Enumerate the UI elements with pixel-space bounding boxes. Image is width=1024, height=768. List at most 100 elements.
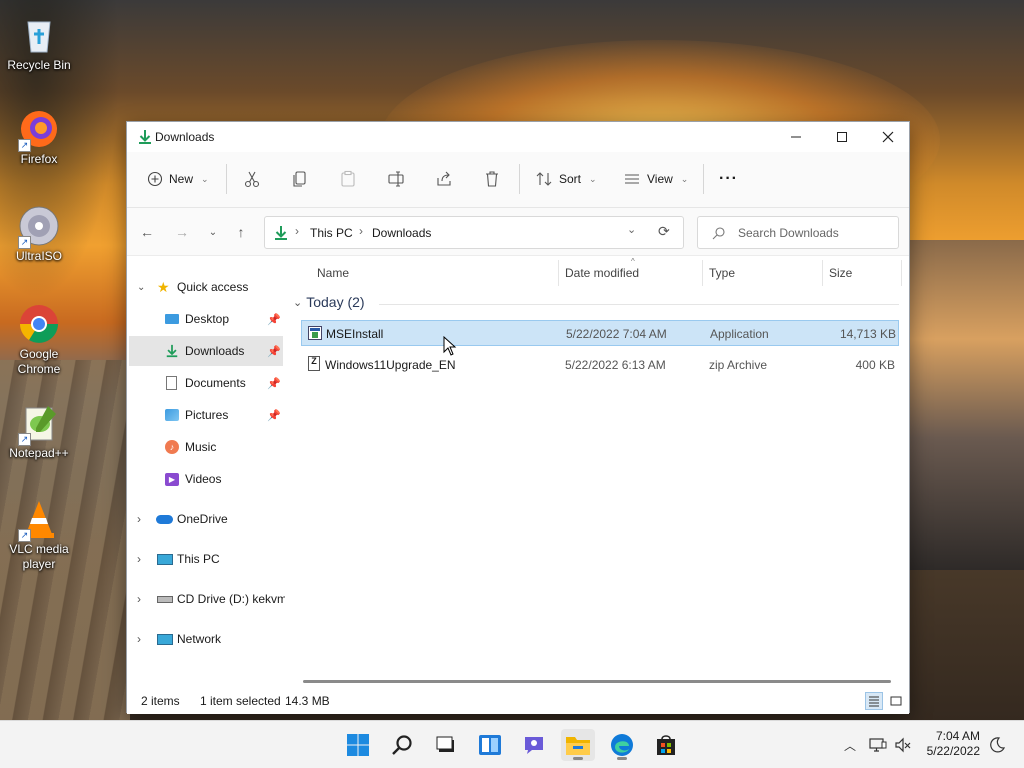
address-history-button[interactable]: ⌄	[627, 223, 636, 236]
command-bar: New ⌄ Sort ⌄ View ⌄ ···	[127, 152, 909, 208]
cut-button[interactable]	[243, 162, 261, 196]
sidebar-item-quick-access[interactable]: ⌄ ★ Quick access	[127, 272, 287, 302]
horizontal-scrollbar[interactable]	[303, 680, 891, 683]
taskbar-search-button[interactable]	[385, 729, 419, 761]
chevron-up-icon: ︿	[843, 738, 856, 753]
sidebar-item-label: Quick access	[177, 280, 249, 294]
edge-taskbar-button[interactable]	[605, 729, 639, 761]
column-header-size[interactable]: Size	[829, 266, 852, 284]
tiles-view-button[interactable]	[887, 692, 905, 710]
start-button[interactable]	[341, 729, 375, 761]
store-taskbar-button[interactable]	[649, 729, 683, 761]
rename-button[interactable]	[387, 162, 405, 196]
file-type: Application	[710, 327, 769, 341]
sidebar-item-downloads[interactable]: Downloads 📌	[129, 336, 283, 366]
sort-button[interactable]: Sort ⌄	[535, 162, 597, 196]
window-title: Downloads	[155, 130, 215, 144]
details-view-icon	[869, 696, 879, 707]
sidebar-item-label: This PC	[177, 552, 220, 566]
address-bar[interactable]: › This PC › Downloads ⌄ ⟳	[264, 216, 684, 249]
sidebar-item-desktop[interactable]: Desktop 📌	[127, 304, 285, 334]
sort-button-label: Sort	[559, 172, 582, 186]
column-divider[interactable]	[901, 260, 902, 286]
desktop-icon-label: Google Chrome	[17, 347, 61, 376]
desktop-icon-vlc[interactable]: ↗ VLC media player	[1, 498, 77, 572]
up-button[interactable]: ↑	[231, 222, 251, 242]
chevron-down-icon: ⌄	[208, 226, 218, 238]
ultraiso-icon: ↗	[18, 205, 60, 249]
copy-button[interactable]	[291, 162, 309, 196]
more-options-button[interactable]: ···	[719, 162, 738, 196]
sidebar-item-pictures[interactable]: Pictures 📌	[127, 400, 285, 430]
delete-icon	[486, 171, 498, 187]
maximize-button[interactable]	[819, 122, 865, 152]
sidebar-item-label: CD Drive (D:) kekvm	[177, 592, 285, 606]
desktop-icon-firefox[interactable]: ↗ Firefox	[1, 108, 77, 167]
group-header[interactable]: ⌄ Today (2)	[293, 294, 365, 310]
paste-button[interactable]	[339, 162, 357, 196]
sidebar-item-videos[interactable]: ▶ Videos	[127, 464, 285, 494]
sidebar-item-label: Pictures	[185, 408, 229, 422]
file-list: Name Date modified ^ Type Size ⌄ Today (…	[287, 256, 909, 680]
status-item-count: 2 items	[141, 694, 180, 708]
desktop-icon-ultraiso[interactable]: ↗ UltraISO	[1, 205, 77, 264]
forward-button[interactable]: →	[172, 222, 192, 242]
file-date: 5/22/2022 7:04 AM	[566, 327, 667, 341]
store-icon	[657, 735, 675, 755]
address-row: ← → ⌄ ↑ › This PC › Downloads ⌄ ⟳ Search…	[127, 208, 909, 256]
breadcrumb-this-pc[interactable]: This PC	[310, 226, 353, 240]
desktop-icon-recycle-bin[interactable]: Recycle Bin	[1, 14, 77, 73]
sidebar-item-cd-drive[interactable]: › CD Drive (D:) kekvm	[127, 584, 285, 614]
refresh-button[interactable]: ⟳	[658, 223, 670, 240]
file-row-windows11upgrade[interactable]: Z Windows11Upgrade_EN 5/22/2022 6:13 AM …	[301, 352, 899, 378]
explorer-window: Downloads New ⌄ Sort ⌄ View ⌄ ··· ← → ⌄ …	[126, 121, 910, 714]
network-icon	[157, 633, 173, 645]
column-header-name[interactable]: Name	[317, 266, 349, 284]
widgets-button[interactable]	[473, 729, 507, 761]
breadcrumb-downloads[interactable]: Downloads	[372, 226, 431, 240]
minimize-button[interactable]	[773, 122, 819, 152]
sidebar-item-network[interactable]: › Network	[127, 624, 285, 654]
close-button[interactable]	[865, 122, 911, 152]
share-button[interactable]	[435, 162, 453, 196]
details-view-button[interactable]	[865, 692, 883, 710]
taskbar-clock[interactable]: 7:04 AM 5/22/2022	[927, 729, 980, 759]
chat-button[interactable]	[517, 729, 551, 761]
back-button[interactable]: ←	[137, 222, 157, 242]
paste-icon	[341, 170, 355, 187]
search-icon	[712, 227, 725, 240]
sidebar-item-onedrive[interactable]: › OneDrive	[127, 504, 285, 534]
videos-icon: ▶	[165, 472, 179, 486]
desktop-icon-chrome[interactable]: Google Chrome	[1, 303, 77, 377]
column-divider[interactable]	[702, 260, 703, 286]
column-header-type[interactable]: Type	[709, 266, 735, 284]
column-divider[interactable]	[822, 260, 823, 286]
focus-assist-button[interactable]	[987, 735, 1007, 755]
column-header-date[interactable]: Date modified	[565, 266, 639, 284]
show-hidden-icons-button[interactable]: ︿	[840, 735, 860, 755]
sidebar-item-documents[interactable]: Documents 📌	[127, 368, 285, 398]
network-tray-button[interactable]	[868, 735, 888, 755]
plus-circle-icon	[147, 171, 163, 187]
search-icon	[392, 735, 412, 755]
sidebar-item-music[interactable]: ♪ Music	[127, 432, 285, 462]
view-button[interactable]: View ⌄	[623, 162, 688, 196]
file-row-mseinstall[interactable]: MSEInstall 5/22/2022 7:04 AM Application…	[301, 320, 899, 346]
volume-tray-button[interactable]	[893, 735, 913, 755]
desktop-icon-notepadpp[interactable]: ↗ Notepad++	[1, 402, 77, 461]
shortcut-arrow-icon: ↗	[18, 433, 31, 446]
column-divider[interactable]	[558, 260, 559, 286]
start-icon	[347, 734, 369, 756]
search-box[interactable]: Search Downloads	[697, 216, 899, 249]
delete-button[interactable]	[483, 162, 501, 196]
new-button[interactable]: New ⌄	[147, 162, 209, 196]
recent-locations-button[interactable]: ⌄	[203, 222, 223, 242]
rename-icon	[388, 171, 404, 187]
file-size: 400 KB	[855, 358, 895, 372]
file-explorer-taskbar-button[interactable]	[561, 729, 595, 761]
widgets-icon	[479, 735, 501, 755]
sidebar-item-this-pc[interactable]: › This PC	[127, 544, 285, 574]
sort-up-icon: ^	[631, 257, 635, 266]
task-view-button[interactable]	[429, 729, 463, 761]
title-bar[interactable]: Downloads	[127, 122, 909, 152]
